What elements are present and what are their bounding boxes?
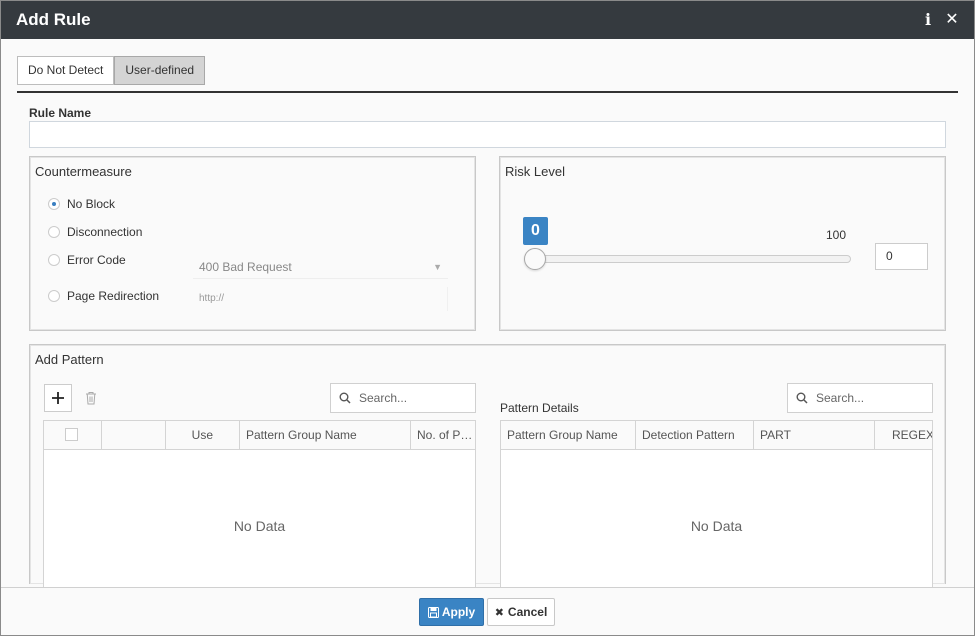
grid-col-part[interactable]: PART [754,421,875,450]
radio-label: Page Redirection [67,289,160,303]
grid-col-detection-pattern[interactable]: Detection Pattern [636,421,754,450]
rule-name-input[interactable] [29,121,946,148]
trash-icon [86,392,96,405]
search-icon [339,392,351,404]
risk-slider-handle[interactable] [524,248,546,270]
grid-col-no-of-patterns[interactable]: No. of P… [411,421,475,450]
cancel-label: Cancel [507,605,548,619]
grid-col-use[interactable]: Use [166,421,240,450]
apply-label: Apply [441,605,476,619]
radio-button[interactable] [48,226,60,238]
add-pattern-panel: Add Pattern Search... Use Pattern Group … [29,344,946,590]
grid-header: Use Pattern Group Name No. of P… [44,421,475,450]
rule-name-label: Rule Name [29,106,92,120]
pattern-details-title: Pattern Details [500,401,579,415]
error-code-select[interactable]: 400 Bad Request ▼ [193,255,448,279]
add-pattern-title: Add Pattern [35,352,104,367]
countermeasure-title: Countermeasure [35,164,132,179]
pattern-search-input[interactable]: Search... [330,383,476,413]
pattern-group-grid: Use Pattern Group Name No. of P… No Data [43,420,476,590]
risk-level-panel: Risk Level 0 100 0 [499,156,946,331]
details-search-input[interactable]: Search... [787,383,933,413]
dialog-titlebar: Add Rule i ✕ [1,1,974,39]
empty-state-text: No Data [233,518,286,534]
add-button[interactable] [44,384,72,412]
grid-col-pattern-group-name[interactable]: Pattern Group Name [501,421,636,450]
select-all-column [44,421,102,450]
risk-level-title: Risk Level [505,164,565,179]
save-icon [427,606,439,618]
apply-button[interactable]: Apply [419,598,484,626]
dialog-title: Add Rule [16,10,91,29]
risk-level-input[interactable]: 0 [875,243,928,270]
grid-header: Pattern Group Name Detection Pattern PAR… [501,421,932,450]
plus-icon [52,392,64,404]
risk-max-label: 100 [826,228,847,242]
risk-slider-track[interactable] [525,255,851,263]
radio-button[interactable] [48,290,60,302]
radio-disconnection[interactable]: Disconnection [48,223,142,241]
close-icon[interactable]: ✕ [944,9,960,29]
delete-button[interactable] [77,384,105,412]
empty-state-text: No Data [690,518,743,534]
radio-button[interactable] [48,198,60,210]
add-rule-dialog: Add Rule i ✕ Do Not Detect User-defined … [0,0,975,636]
error-code-value: 400 Bad Request [199,260,292,274]
info-icon[interactable]: i [921,10,935,30]
radio-error-code[interactable]: Error Code [48,251,126,269]
dialog-footer: Apply ✖ Cancel [1,587,974,635]
search-icon [796,392,808,404]
radio-label: Disconnection [67,225,143,239]
grid-col-blank [102,421,166,450]
radio-button[interactable] [48,254,60,266]
radio-no-block[interactable]: No Block [48,195,115,213]
tab-user-defined[interactable]: User-defined [114,56,206,85]
search-placeholder: Search... [359,391,408,405]
radio-label: No Block [67,197,116,211]
redirect-url-input[interactable]: http:// [193,287,448,311]
radio-label: Error Code [67,253,126,267]
countermeasure-panel: Countermeasure No Block Disconnection Er… [29,156,476,331]
close-icon: ✖ [494,606,504,619]
pattern-details-grid: Pattern Group Name Detection Pattern PAR… [500,420,933,590]
search-placeholder: Search... [816,391,865,405]
radio-page-redirection[interactable]: Page Redirection [48,287,159,305]
chevron-down-icon: ▼ [433,262,442,272]
grid-col-pattern-group-name[interactable]: Pattern Group Name [240,421,411,450]
tab-do-not-detect[interactable]: Do Not Detect [17,56,115,85]
rule-type-tabs: Do Not Detect User-defined [17,56,206,85]
grid-col-regex[interactable]: REGEX [875,421,932,450]
risk-value-badge: 0 [523,217,548,245]
cancel-button[interactable]: ✖ Cancel [487,598,555,626]
tab-underline [17,91,958,93]
select-all-checkbox[interactable] [65,428,78,441]
